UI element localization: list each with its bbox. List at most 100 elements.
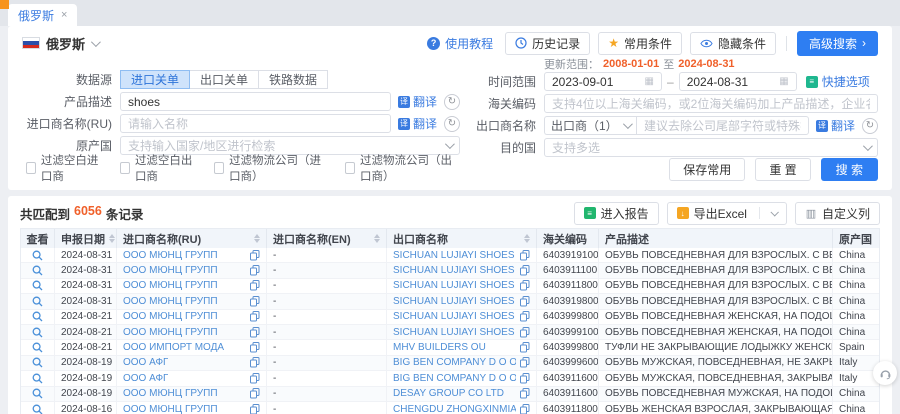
filter-logistics-importer-checkbox[interactable]: 过滤物流公司（进口商） bbox=[214, 152, 329, 184]
chevron-down-icon[interactable] bbox=[770, 208, 778, 216]
history-button[interactable]: 历史记录 bbox=[505, 32, 590, 55]
exporter-link[interactable]: SICHUAN LUJIAYI SHOES CO LTD bbox=[393, 327, 516, 338]
importer-ru-link[interactable]: ООО МЮНЦ ГРУПП bbox=[123, 265, 218, 276]
exporter-link[interactable]: SICHUAN LUJIAYI SHOES CO LTD bbox=[393, 265, 516, 276]
copy-icon[interactable] bbox=[520, 311, 530, 322]
view-detail-icon[interactable] bbox=[32, 342, 43, 353]
view-cell[interactable] bbox=[21, 356, 55, 370]
enter-report-button[interactable]: ≡ 进入报告 bbox=[574, 202, 659, 225]
support-float-button[interactable] bbox=[873, 361, 897, 385]
copy-icon[interactable] bbox=[520, 404, 530, 414]
importer-ru-link[interactable]: ООО МЮНЦ ГРУПП bbox=[123, 250, 218, 261]
view-cell[interactable] bbox=[21, 371, 55, 385]
translate-button[interactable]: 译 翻译 bbox=[398, 115, 437, 132]
exporter-type-select[interactable]: 出口商（1） bbox=[544, 116, 636, 135]
tab-import-customs[interactable]: 进口关单 bbox=[120, 70, 190, 89]
filter-blank-importer-checkbox[interactable]: 过滤空白进口商 bbox=[26, 152, 104, 184]
search-button[interactable]: 搜 索 bbox=[821, 158, 878, 181]
translate-button[interactable]: 译 翻译 bbox=[398, 93, 437, 110]
translate-button[interactable]: 译 翻译 bbox=[816, 117, 855, 134]
tutorial-link[interactable]: ? 使用教程 bbox=[427, 35, 493, 52]
copy-icon[interactable] bbox=[250, 250, 260, 261]
date-from-input[interactable]: 2023-09-01 ▦ bbox=[544, 72, 662, 91]
view-detail-icon[interactable] bbox=[32, 311, 43, 322]
view-detail-icon[interactable] bbox=[32, 373, 43, 384]
hs-code-input[interactable] bbox=[552, 97, 870, 111]
view-detail-icon[interactable] bbox=[32, 357, 43, 368]
input-history-icon[interactable]: ↻ bbox=[444, 116, 460, 132]
reset-button[interactable]: 重 置 bbox=[755, 158, 810, 181]
tab-export-customs[interactable]: 出口关单 bbox=[190, 70, 259, 89]
copy-icon[interactable] bbox=[250, 311, 260, 322]
view-detail-icon[interactable] bbox=[32, 296, 43, 307]
sort-icon[interactable] bbox=[524, 234, 530, 243]
view-cell[interactable] bbox=[21, 248, 55, 262]
exporter-link[interactable]: SICHUAN LUJIAYI SHOES CO LTD bbox=[393, 280, 516, 291]
hide-conditions-button[interactable]: 隐藏条件 bbox=[690, 32, 776, 55]
view-cell[interactable] bbox=[21, 387, 55, 401]
product-desc-input[interactable] bbox=[128, 95, 383, 109]
custom-columns-button[interactable]: ▥ 自定义列 bbox=[795, 202, 880, 225]
sort-icon[interactable] bbox=[109, 234, 115, 243]
copy-icon[interactable] bbox=[250, 357, 260, 368]
copy-icon[interactable] bbox=[250, 265, 260, 276]
copy-icon[interactable] bbox=[250, 327, 260, 338]
importer-ru-link[interactable]: ООО МЮНЦ ГРУПП bbox=[123, 311, 218, 322]
copy-icon[interactable] bbox=[250, 373, 260, 384]
filter-logistics-exporter-checkbox[interactable]: 过滤物流公司（出口商） bbox=[345, 152, 460, 184]
copy-icon[interactable] bbox=[250, 404, 260, 414]
sort-icon[interactable] bbox=[374, 234, 380, 243]
copy-icon[interactable] bbox=[250, 280, 260, 291]
importer-ru-link[interactable]: ООО ИМПОРТ МОДА bbox=[123, 342, 224, 353]
copy-icon[interactable] bbox=[520, 388, 530, 399]
export-excel-button[interactable]: ↓ 导出Excel bbox=[667, 202, 787, 225]
save-conditions-button[interactable]: 保存常用 bbox=[669, 158, 745, 181]
view-detail-icon[interactable] bbox=[32, 265, 43, 276]
sort-icon[interactable] bbox=[254, 234, 260, 243]
exporter-link[interactable]: MHV BUILDERS OU bbox=[393, 342, 486, 353]
exporter-link[interactable]: SICHUAN LUJIAYI SHOES CO LTD bbox=[393, 250, 516, 261]
tab-russia[interactable]: 俄罗斯 × bbox=[8, 4, 77, 26]
advanced-search-button[interactable]: 高级搜索 › bbox=[797, 31, 878, 56]
exporter-link[interactable]: BIG BEN COMPANY D O O FROM BEST T bbox=[393, 373, 516, 384]
copy-icon[interactable] bbox=[520, 296, 530, 307]
view-cell[interactable] bbox=[21, 310, 55, 324]
copy-icon[interactable] bbox=[520, 327, 530, 338]
header-exporter[interactable]: 出口商名称 bbox=[387, 229, 537, 248]
close-icon[interactable]: × bbox=[61, 9, 67, 21]
view-cell[interactable] bbox=[21, 340, 55, 354]
tab-rail-data[interactable]: 铁路数据 bbox=[259, 70, 328, 89]
copy-icon[interactable] bbox=[250, 296, 260, 307]
header-declare-date[interactable]: 申报日期 bbox=[55, 229, 117, 248]
country-selector[interactable]: 俄罗斯 bbox=[22, 34, 98, 53]
exporter-link[interactable]: SICHUAN LUJIAYI SHOES CO LTD bbox=[393, 311, 516, 322]
view-cell[interactable] bbox=[21, 325, 55, 339]
copy-icon[interactable] bbox=[520, 357, 530, 368]
filter-blank-exporter-checkbox[interactable]: 过滤空白出口商 bbox=[120, 152, 198, 184]
exporter-link[interactable]: CHENGDU ZHONGXINMIAO TRADING C bbox=[393, 404, 516, 414]
view-detail-icon[interactable] bbox=[32, 280, 43, 291]
date-to-input[interactable]: 2024-08-31 ▦ bbox=[679, 72, 797, 91]
input-history-icon[interactable]: ↻ bbox=[862, 118, 878, 134]
input-history-icon[interactable]: ↻ bbox=[444, 94, 460, 110]
exporter-link[interactable]: SICHUAN LUJIAYI SHOES CO LTD bbox=[393, 296, 516, 307]
view-cell[interactable] bbox=[21, 294, 55, 308]
importer-ru-link[interactable]: ООО МЮНЦ ГРУПП bbox=[123, 327, 218, 338]
view-detail-icon[interactable] bbox=[32, 404, 43, 414]
view-detail-icon[interactable] bbox=[32, 250, 43, 261]
copy-icon[interactable] bbox=[250, 342, 260, 353]
destination-select[interactable]: 支持多选 bbox=[544, 138, 878, 157]
exporter-link[interactable]: BIG BEN COMPANY D O O FROM BEST T bbox=[393, 357, 516, 368]
exporter-input[interactable] bbox=[644, 119, 801, 133]
favorites-button[interactable]: ★ 常用条件 bbox=[598, 32, 682, 55]
importer-ru-link[interactable]: ООО АФГ bbox=[123, 357, 168, 368]
copy-icon[interactable] bbox=[250, 388, 260, 399]
importer-ru-link[interactable]: ООО МЮНЦ ГРУПП bbox=[123, 388, 218, 399]
view-cell[interactable] bbox=[21, 402, 55, 414]
copy-icon[interactable] bbox=[520, 280, 530, 291]
importer-ru-link[interactable]: ООО МЮНЦ ГРУПП bbox=[123, 296, 218, 307]
view-detail-icon[interactable] bbox=[32, 327, 43, 338]
header-importer-ru[interactable]: 进口商名称(RU) bbox=[117, 229, 267, 248]
copy-icon[interactable] bbox=[520, 265, 530, 276]
exporter-link[interactable]: DESAY GROUP CO LTD bbox=[393, 388, 504, 399]
